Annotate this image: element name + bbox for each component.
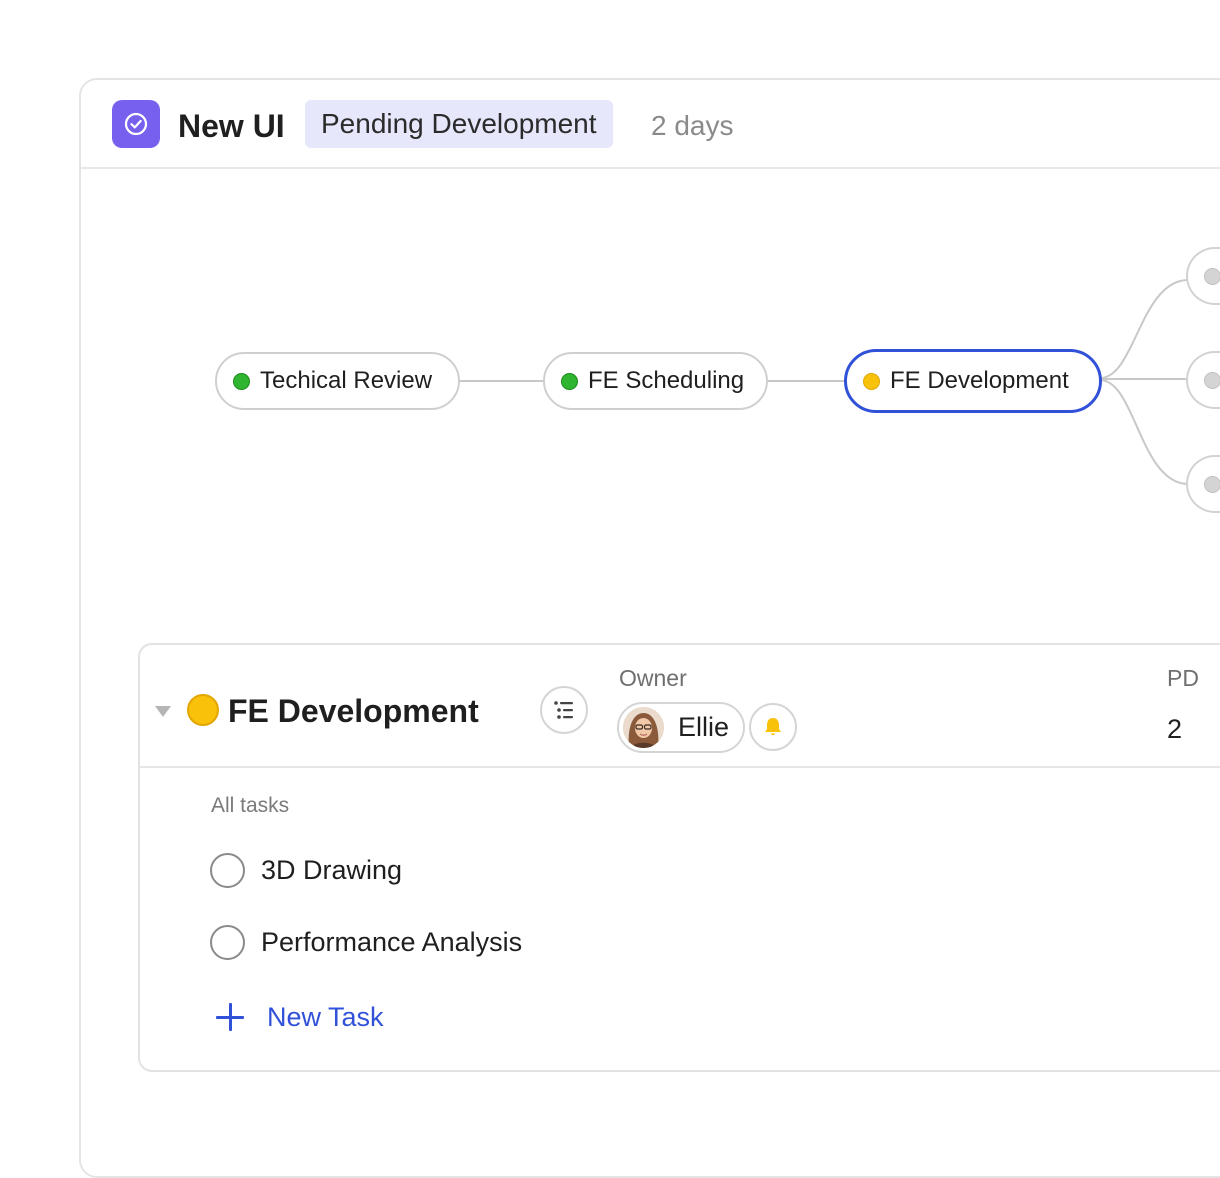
panel-header: New UI Pending Development 2 days <box>81 80 1220 169</box>
owner-label: Owner <box>619 665 687 691</box>
task-checkbox[interactable] <box>210 924 245 960</box>
owner-name: Ellie <box>678 712 730 742</box>
stage-title: FE Development <box>228 693 479 729</box>
task-label[interactable]: 3D Drawing <box>261 855 402 886</box>
task-label[interactable]: Performance Analysis <box>261 927 522 958</box>
status-dot-pending <box>1204 268 1220 285</box>
plus-icon <box>216 1003 244 1031</box>
avatar <box>623 707 664 748</box>
status-dot-in-progress <box>863 372 880 390</box>
stage-detail-card: FE Development Owner Ellie PD 2 All task… <box>138 643 1220 1072</box>
bell-icon <box>765 718 781 736</box>
check-circle-icon <box>112 100 160 148</box>
status-dot-pending <box>1204 476 1220 493</box>
flow-node-fe-development[interactable]: FE Development <box>844 349 1102 413</box>
task-item: 3D Drawing <box>210 852 402 888</box>
pd-label: PD <box>1167 665 1199 691</box>
flow-node-label: FE Scheduling <box>588 367 745 394</box>
status-badge[interactable]: Pending Development <box>305 100 613 148</box>
pd-value: 2 <box>1167 714 1183 744</box>
status-dot-done <box>561 372 578 390</box>
new-task-label: New Task <box>267 1001 384 1032</box>
owner-chip[interactable]: Ellie <box>617 702 746 753</box>
duration-label: 2 days <box>651 110 734 141</box>
stage-header: FE Development Owner Ellie PD 2 <box>140 645 1220 768</box>
stage-status-dot <box>187 694 219 726</box>
status-dot-pending <box>1204 372 1220 389</box>
flow-node-label: FE Development <box>890 367 1069 394</box>
task-item: Performance Analysis <box>210 924 522 960</box>
task-list-button[interactable] <box>540 686 588 734</box>
tasks-section-label: All tasks <box>211 794 290 817</box>
flow-node-label: Techical Review <box>260 367 433 394</box>
collapse-caret-icon[interactable] <box>155 706 171 717</box>
page-title: New UI <box>178 108 285 144</box>
list-icon <box>554 701 573 719</box>
notify-button[interactable] <box>749 703 797 751</box>
flow-node-technical-review[interactable]: Techical Review <box>215 352 460 410</box>
task-checkbox[interactable] <box>210 852 245 888</box>
flow-node-fe-scheduling[interactable]: FE Scheduling <box>543 352 768 410</box>
status-dot-done <box>233 372 250 390</box>
new-task-button[interactable]: New Task <box>216 1000 384 1034</box>
